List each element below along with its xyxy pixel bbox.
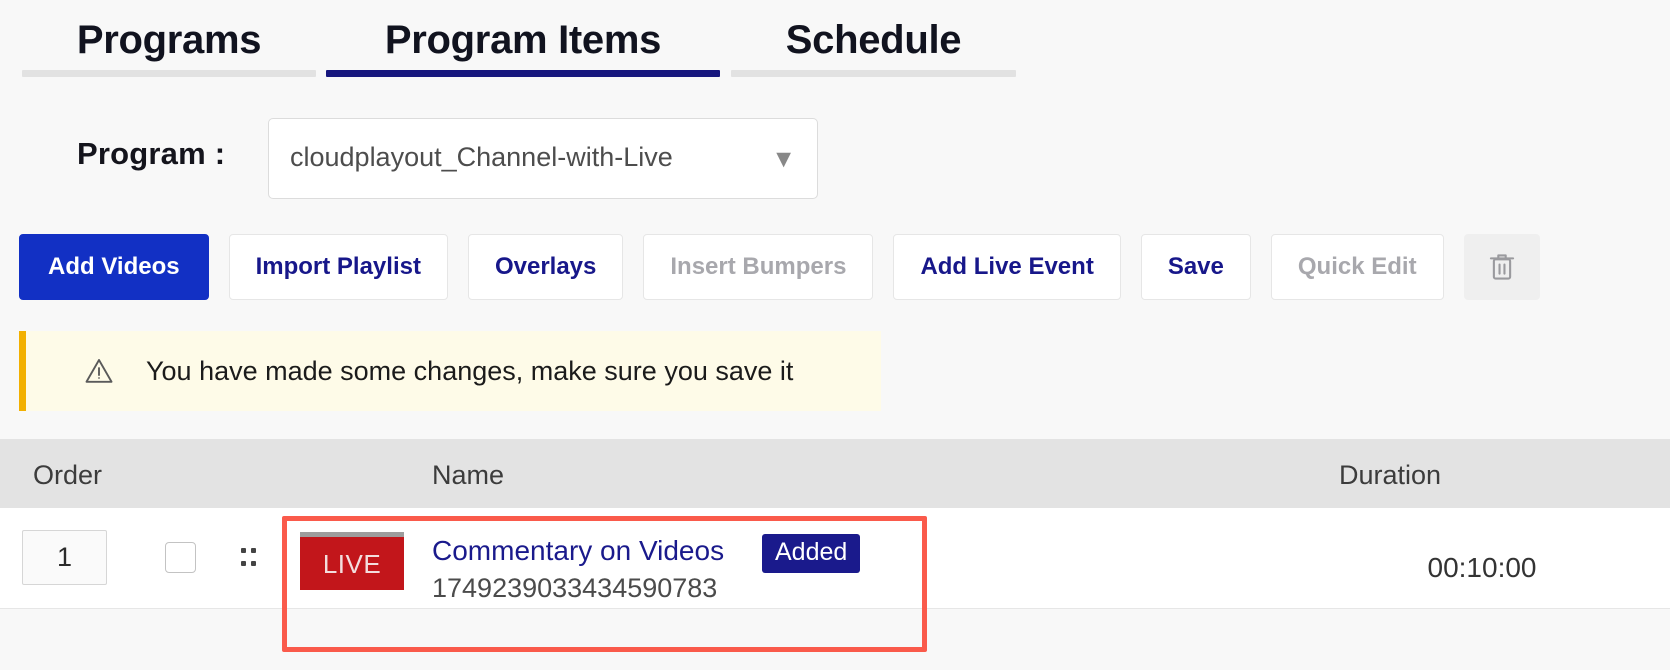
live-thumbnail: LIVE <box>300 532 404 590</box>
table-row: LIVE Commentary on Videos Added 17492390… <box>0 508 1670 609</box>
program-dropdown-value: cloudplayout_Channel-with-Live <box>290 142 673 173</box>
program-items-table: Order Name Duration LIVE Commentary on V… <box>0 439 1670 609</box>
drag-handle-icon[interactable] <box>241 548 257 570</box>
tab-schedule-label: Schedule <box>731 14 1016 66</box>
delete-button[interactable] <box>1464 234 1540 300</box>
tab-schedule[interactable]: Schedule <box>731 14 1016 77</box>
add-live-event-button[interactable]: Add Live Event <box>893 234 1120 300</box>
tab-bar: Programs Program Items Schedule <box>0 0 1670 92</box>
program-label: Program : <box>77 136 225 172</box>
column-header-order: Order <box>33 460 102 491</box>
item-id: 1749239033434590783 <box>432 573 717 604</box>
table-header-row: Order Name Duration <box>0 439 1670 508</box>
save-button[interactable]: Save <box>1141 234 1251 300</box>
trash-icon <box>1487 251 1517 283</box>
quick-edit-button[interactable]: Quick Edit <box>1271 234 1444 300</box>
overlays-button[interactable]: Overlays <box>468 234 623 300</box>
import-playlist-button[interactable]: Import Playlist <box>229 234 448 300</box>
program-selector-row: Program : cloudplayout_Channel-with-Live… <box>0 118 1670 200</box>
tab-program-items-label: Program Items <box>326 14 720 66</box>
program-dropdown[interactable]: cloudplayout_Channel-with-Live ▼ <box>268 118 818 199</box>
insert-bumpers-button[interactable]: Insert Bumpers <box>643 234 873 300</box>
tab-schedule-underline <box>731 70 1016 77</box>
live-badge-label: LIVE <box>323 551 381 577</box>
column-header-name: Name <box>432 460 504 491</box>
row-select-checkbox[interactable] <box>165 542 196 573</box>
tab-programs-underline <box>22 70 316 77</box>
warning-triangle-icon <box>84 356 114 386</box>
tab-programs-label: Programs <box>22 14 316 66</box>
action-toolbar: Add Videos Import Playlist Overlays Inse… <box>19 234 1540 300</box>
unsaved-changes-banner: You have made some changes, make sure yo… <box>19 331 881 411</box>
order-input[interactable] <box>22 530 107 585</box>
chevron-down-icon: ▼ <box>771 145 796 173</box>
add-videos-button[interactable]: Add Videos <box>19 234 209 300</box>
tab-programs[interactable]: Programs <box>22 14 316 77</box>
item-title-link[interactable]: Commentary on Videos <box>432 535 724 567</box>
banner-message: You have made some changes, make sure yo… <box>146 356 793 387</box>
status-badge: Added <box>762 534 860 573</box>
item-duration: 00:10:00 <box>1332 552 1632 584</box>
tab-program-items-underline <box>326 70 720 77</box>
tab-program-items[interactable]: Program Items <box>326 14 720 77</box>
column-header-duration: Duration <box>1339 460 1441 491</box>
